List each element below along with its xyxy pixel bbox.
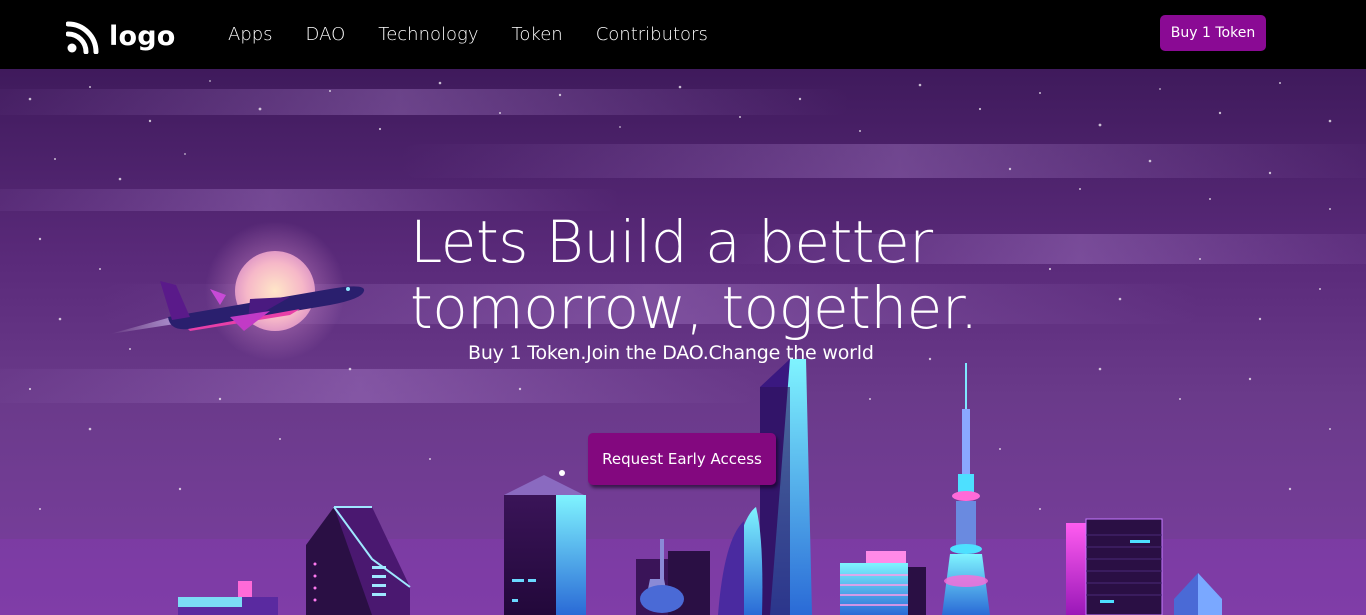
request-early-access-button[interactable]: Request Early Access [588, 433, 776, 485]
nav-links: Apps DAO Technology Token Contributors [228, 22, 741, 48]
nav-link-contributors[interactable]: Contributors [596, 22, 708, 48]
nav-link-apps[interactable]: Apps [228, 22, 273, 48]
buy-token-button[interactable]: Buy 1 Token [1160, 15, 1266, 51]
hero-subtitle: Buy 1 Token.Join the DAO.Change the worl… [468, 342, 874, 364]
hero-title-line1: Lets Build a better [410, 208, 933, 276]
rss-feed-icon [66, 21, 99, 54]
hero-title-line2: tomorrow, together. [410, 274, 978, 342]
nav-link-token[interactable]: Token [511, 22, 562, 48]
hero-section: Lets Build a better tomorrow, together. … [0, 69, 1366, 615]
nav-link-technology[interactable]: Technology [378, 22, 478, 48]
brand-logo[interactable]: logo [66, 20, 175, 54]
hero-title: Lets Build a better tomorrow, together. [410, 209, 1010, 341]
top-navbar: logo Apps DAO Technology Token Contribut… [0, 0, 1366, 69]
nav-link-dao[interactable]: DAO [306, 22, 346, 48]
brand-name: logo [109, 21, 176, 52]
